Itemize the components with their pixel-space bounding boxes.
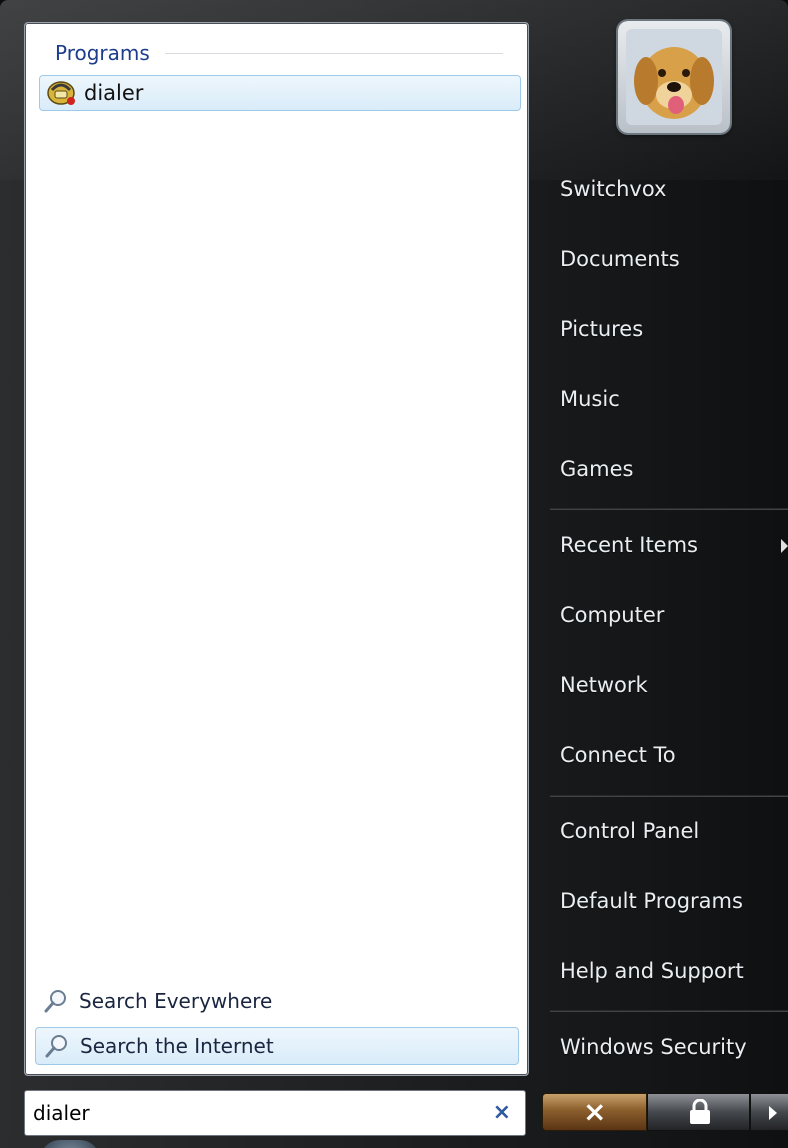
program-item-dialer[interactable]: dialer bbox=[39, 75, 521, 111]
search-input[interactable] bbox=[33, 1099, 473, 1127]
menu-item-computer[interactable]: Computer bbox=[548, 589, 788, 643]
more-options-button[interactable] bbox=[750, 1093, 788, 1131]
menu-item-help-and-support[interactable]: Help and Support bbox=[548, 945, 788, 999]
lock-icon bbox=[690, 1099, 710, 1124]
menu-item-windows-security[interactable]: Windows Security bbox=[548, 1021, 788, 1075]
menu-item-network[interactable]: Network bbox=[548, 659, 788, 713]
start-orb[interactable] bbox=[40, 1140, 100, 1148]
menu-item-switchvox[interactable]: Switchvox bbox=[548, 163, 788, 217]
menu-item-pictures[interactable]: Pictures bbox=[548, 303, 788, 357]
arrow-right-icon bbox=[769, 1106, 777, 1120]
search-internet-label: Search the Internet bbox=[80, 1034, 274, 1058]
start-search-box[interactable]: × bbox=[24, 1090, 526, 1136]
user-picture[interactable] bbox=[618, 21, 730, 133]
program-label: dialer bbox=[84, 81, 144, 105]
clear-search-icon[interactable]: × bbox=[493, 1100, 511, 1126]
menu-item-documents[interactable]: Documents bbox=[548, 233, 788, 287]
menu-item-control-panel[interactable]: Control Panel bbox=[548, 805, 788, 859]
search-internet-link[interactable]: Search the Internet bbox=[35, 1027, 519, 1065]
programs-header: Programs bbox=[55, 41, 150, 65]
menu-item-games[interactable]: Games bbox=[548, 443, 788, 497]
menu-divider bbox=[550, 1010, 788, 1012]
search-everywhere-label: Search Everywhere bbox=[79, 989, 273, 1013]
search-icon bbox=[44, 1033, 70, 1059]
search-icon bbox=[43, 988, 69, 1014]
dialer-phone-icon bbox=[46, 78, 78, 108]
programs-divider bbox=[165, 53, 503, 54]
menu-divider bbox=[550, 795, 788, 797]
power-button[interactable]: × bbox=[542, 1093, 647, 1131]
submenu-arrow-icon bbox=[781, 539, 788, 553]
lock-button[interactable] bbox=[647, 1093, 750, 1131]
menu-item-default-programs[interactable]: Default Programs bbox=[548, 875, 788, 929]
programs-pane: Programs dialer Search Everywhere Search… bbox=[24, 22, 529, 1076]
menu-item-recent-items[interactable]: Recent Items bbox=[548, 519, 788, 573]
menu-divider bbox=[550, 508, 788, 510]
menu-item-connect-to[interactable]: Connect To bbox=[548, 729, 788, 783]
menu-item-music[interactable]: Music bbox=[548, 373, 788, 427]
power-x-icon: × bbox=[583, 1095, 607, 1128]
dog-avatar-icon bbox=[626, 29, 722, 125]
start-menu: Programs dialer Search Everywhere Search… bbox=[0, 0, 788, 1148]
search-everywhere-link[interactable]: Search Everywhere bbox=[35, 983, 519, 1021]
